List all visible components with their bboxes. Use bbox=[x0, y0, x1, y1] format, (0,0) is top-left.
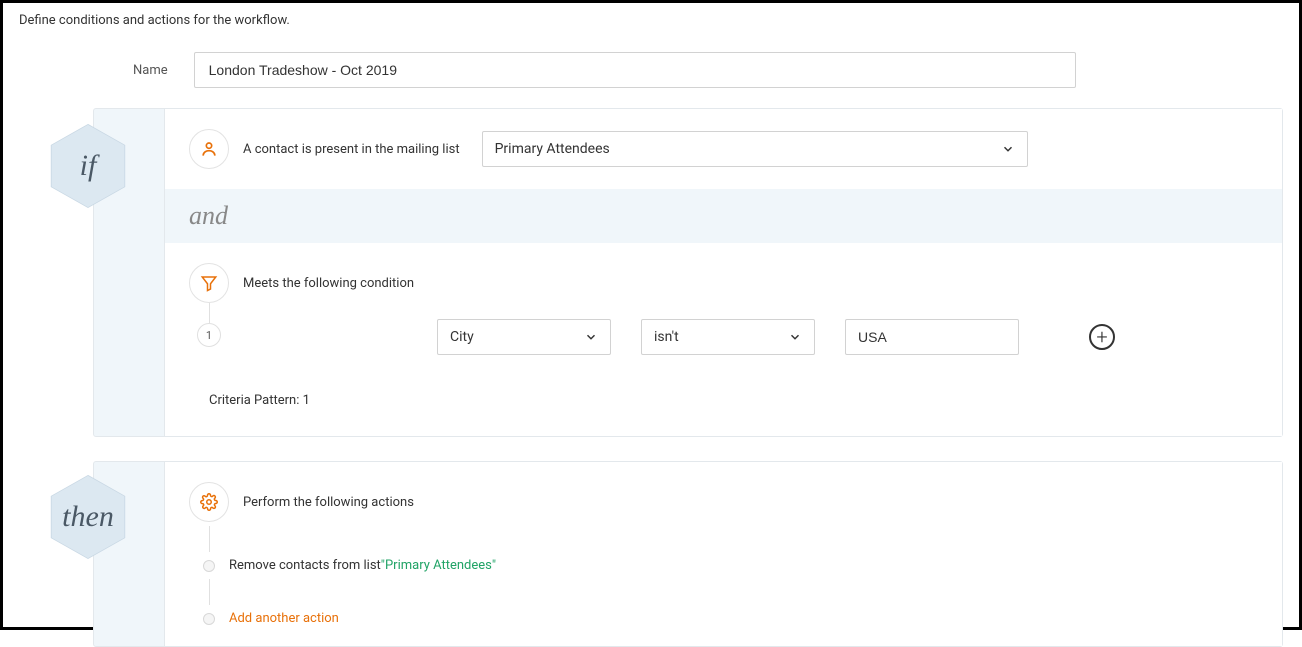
contact-icon bbox=[189, 129, 229, 169]
add-condition-button[interactable]: + bbox=[1089, 324, 1115, 350]
condition-builder-row: City isn't + bbox=[437, 319, 1258, 355]
then-hexagon: then bbox=[48, 472, 128, 562]
chevron-down-icon bbox=[584, 330, 598, 344]
filter-icon bbox=[189, 263, 229, 303]
if-hexagon: if bbox=[48, 121, 128, 211]
trigger-text: A contact is present in the mailing list bbox=[243, 142, 460, 157]
mailing-list-value: Primary Attendees bbox=[495, 141, 610, 157]
condition-value-input[interactable] bbox=[845, 319, 1019, 355]
condition-step-number: 1 bbox=[197, 323, 221, 347]
action-dot bbox=[203, 560, 215, 572]
field-select-value: City bbox=[450, 329, 474, 345]
add-action-row: Add another action bbox=[189, 605, 1258, 632]
actions-panel: Perform the following actions Remove con… bbox=[164, 462, 1282, 646]
gear-icon bbox=[189, 482, 229, 522]
name-label: Name bbox=[133, 63, 168, 78]
trigger-panel: A contact is present in the mailing list… bbox=[164, 109, 1282, 189]
page-description: Define conditions and actions for the wo… bbox=[3, 3, 1299, 28]
action-item-remove[interactable]: Remove contacts from list"Primary Attend… bbox=[189, 552, 1258, 579]
workflow-name-input[interactable] bbox=[194, 52, 1076, 88]
add-another-action-link[interactable]: Add another action bbox=[229, 611, 339, 626]
if-label: if bbox=[80, 149, 97, 183]
action-list-name: "Primary Attendees" bbox=[381, 558, 496, 573]
condition-panel: Meets the following condition 1 City isn… bbox=[164, 243, 1282, 436]
then-section: then Perform the following actions Remov… bbox=[93, 461, 1283, 647]
operator-select-value: isn't bbox=[654, 329, 679, 345]
field-select[interactable]: City bbox=[437, 319, 611, 355]
and-label: and bbox=[164, 189, 1282, 243]
action-remove-text: Remove contacts from list"Primary Attend… bbox=[229, 558, 496, 573]
criteria-pattern-text: Criteria Pattern: 1 bbox=[209, 393, 1258, 408]
action-dot bbox=[203, 613, 215, 625]
operator-select[interactable]: isn't bbox=[641, 319, 815, 355]
chevron-down-icon bbox=[788, 330, 802, 344]
action-list: Remove contacts from list"Primary Attend… bbox=[189, 526, 1258, 632]
then-label: then bbox=[62, 500, 114, 534]
actions-header-text: Perform the following actions bbox=[243, 495, 414, 510]
chevron-down-icon bbox=[1001, 142, 1015, 156]
mailing-list-select[interactable]: Primary Attendees bbox=[482, 131, 1028, 167]
condition-header-text: Meets the following condition bbox=[243, 276, 414, 291]
name-row: Name bbox=[3, 28, 1299, 108]
if-section: if A contact is present in the mailing l… bbox=[93, 108, 1283, 437]
